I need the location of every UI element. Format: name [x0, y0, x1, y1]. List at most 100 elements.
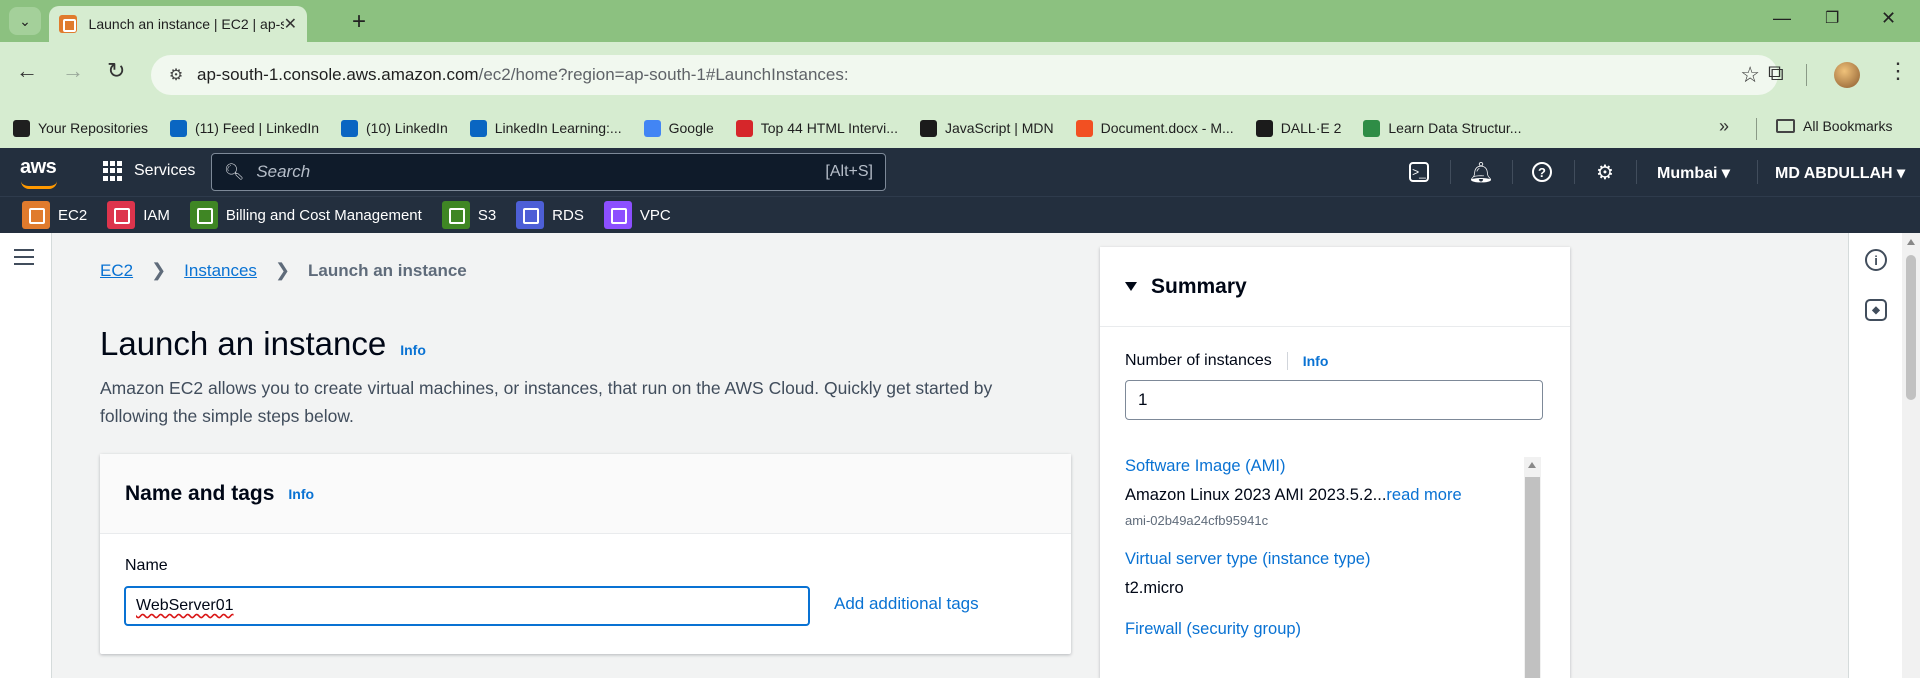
name-tags-info-link[interactable]: Info: [288, 486, 314, 502]
nav-divider: [1757, 160, 1758, 184]
summary-instance-type-item: Virtual server type (instance type) t2.m…: [1125, 550, 1515, 598]
region-selector[interactable]: Mumbai ▾: [1657, 163, 1730, 183]
restore-window-button[interactable]: ❐: [1825, 8, 1839, 28]
browser-menu-icon[interactable]: ⋮: [1887, 58, 1909, 84]
reload-button[interactable]: ↻: [107, 58, 125, 84]
caret-down-icon: [1125, 282, 1137, 291]
site-info-icon[interactable]: ⚙: [165, 64, 187, 86]
services-grid-icon: [103, 161, 123, 181]
scroll-up-arrow-icon[interactable]: [1528, 462, 1536, 468]
browser-toolbar: ← → ↻ ⚙ ap-south-1.console.aws.amazon.co…: [0, 42, 1920, 108]
aws-favorites-bar: EC2 IAM Billing and Cost Management S3 RDS VP…: [0, 196, 1920, 233]
bookmark-item[interactable]: Google: [643, 119, 714, 137]
help-icon[interactable]: ?: [1532, 162, 1552, 182]
url-text[interactable]: ap-south-1.console.aws.amazon.com/ec2/ho…: [197, 65, 849, 85]
linkedin-learning-icon: [469, 119, 487, 137]
service-icon: [441, 201, 470, 229]
bookmark-item[interactable]: DALL·E 2: [1255, 119, 1341, 137]
number-of-instances-input[interactable]: 1: [1125, 380, 1543, 420]
extensions-icon[interactable]: ⧉: [1768, 60, 1784, 86]
browser-tab-active[interactable]: Launch an instance | EC2 | ap-sc ✕: [49, 6, 307, 42]
summary-scroll-thumb[interactable]: [1525, 477, 1540, 678]
bookmark-item[interactable]: (11) Feed | LinkedIn: [170, 119, 319, 137]
google-icon: [643, 119, 661, 137]
side-navigation-rail: [0, 233, 52, 678]
scroll-up-arrow-icon[interactable]: [1907, 239, 1915, 245]
breadcrumb: EC2 ❯ Instances ❯ Launch an instance: [100, 260, 467, 281]
tab-search-button[interactable]: ⌄: [9, 7, 41, 35]
page-info-link[interactable]: Info: [400, 342, 426, 358]
account-menu[interactable]: MD ABDULLAH ▾: [1775, 163, 1905, 183]
services-menu-button[interactable]: Services: [103, 161, 195, 181]
info-panel-icon[interactable]: i: [1865, 249, 1887, 271]
minimize-window-button[interactable]: —: [1773, 8, 1791, 29]
close-tab-icon[interactable]: ✕: [284, 14, 297, 34]
gfg-icon: [1363, 119, 1381, 137]
openai-icon: [1255, 119, 1273, 137]
favorite-service-iam[interactable]: IAM: [107, 201, 170, 229]
ec2-favicon-icon: [59, 15, 77, 33]
bookmark-star-icon[interactable]: ☆: [1740, 62, 1760, 88]
bookmark-item[interactable]: Top 44 HTML Intervi...: [735, 119, 898, 137]
nav-divider: [1450, 160, 1451, 184]
back-button[interactable]: ←: [16, 58, 38, 84]
summary-header[interactable]: Summary: [1100, 247, 1570, 327]
number-of-instances-label-row: Number of instances Info: [1125, 352, 1329, 370]
summary-firewall-item: Firewall (security group): [1125, 620, 1515, 639]
summary-scrollbar[interactable]: [1524, 457, 1541, 678]
favorite-service-vpc[interactable]: VPC: [603, 201, 671, 229]
page-description: Amazon EC2 allows you to create virtual …: [100, 378, 993, 426]
amazon-q-icon[interactable]: ◆: [1865, 299, 1887, 321]
favorite-service-billing-and-cost-management[interactable]: Billing and Cost Management: [189, 201, 422, 229]
favorite-service-rds[interactable]: RDS: [516, 201, 584, 229]
bookmark-item[interactable]: LinkedIn Learning:...: [469, 119, 622, 137]
bookmark-item[interactable]: (10) LinkedIn: [341, 119, 448, 137]
instance-type-heading-link[interactable]: Virtual server type (instance type): [1125, 550, 1515, 569]
ami-id: ami-02b49a24cfb95941c: [1125, 513, 1269, 528]
favorite-service-s3[interactable]: S3: [441, 201, 496, 229]
service-icon: [516, 201, 545, 229]
bookmark-item[interactable]: Document.docx - M...: [1075, 119, 1234, 137]
forward-button[interactable]: →: [62, 58, 84, 84]
ami-heading-link[interactable]: Software Image (AMI): [1125, 457, 1515, 476]
more-bookmarks-icon[interactable]: »: [1719, 116, 1729, 137]
bookmark-item[interactable]: Learn Data Structur...: [1363, 119, 1521, 137]
label-divider: [1286, 352, 1288, 370]
service-icon: [189, 201, 218, 229]
all-bookmarks-button[interactable]: All Bookmarks: [1776, 118, 1892, 134]
search-icon: 🔍︎: [224, 164, 245, 181]
aws-search-input[interactable]: 🔍︎ Search [Alt+S]: [211, 153, 886, 191]
browser-tab-strip: ⌄ Launch an instance | EC2 | ap-sc ✕ + —…: [0, 0, 1920, 42]
page-scrollbar[interactable]: [1902, 233, 1920, 678]
firewall-heading-link[interactable]: Firewall (security group): [1125, 620, 1515, 639]
summary-ami-item: Software Image (AMI) Amazon Linux 2023 A…: [1125, 457, 1515, 528]
folder-icon: [1776, 119, 1795, 133]
cloudshell-icon[interactable]: >_: [1409, 162, 1429, 182]
new-tab-button[interactable]: +: [352, 8, 366, 36]
notifications-bell-icon[interactable]: 🔔︎: [1468, 161, 1493, 184]
service-icon: [22, 201, 50, 229]
bookmarks-bar: Your Repositories (11) Feed | LinkedIn (10…: [0, 108, 1920, 148]
profile-avatar[interactable]: [1834, 62, 1860, 88]
settings-gear-icon[interactable]: ⚙: [1594, 161, 1616, 184]
page-scroll-thumb[interactable]: [1906, 255, 1916, 400]
favorite-service-ec2[interactable]: EC2: [22, 201, 87, 229]
bookmarks-divider: [1756, 118, 1757, 140]
instance-name-input[interactable]: WebServer01: [124, 586, 810, 626]
add-additional-tags-link[interactable]: Add additional tags: [834, 594, 979, 614]
breadcrumb-instances-link[interactable]: Instances: [184, 261, 257, 281]
bookmark-item[interactable]: Your Repositories: [13, 119, 148, 137]
chevron-right-icon: ❯: [151, 260, 167, 280]
breadcrumb-current: Launch an instance: [308, 260, 467, 280]
aws-top-navigation: aws Services 🔍︎ Search [Alt+S] >_ 🔔︎ ? ⚙…: [0, 148, 1920, 196]
address-bar[interactable]: ⚙ ap-south-1.console.aws.amazon.com/ec2/…: [151, 55, 1778, 95]
read-more-link[interactable]: read more: [1386, 486, 1461, 504]
close-window-button[interactable]: ✕: [1881, 8, 1896, 29]
bookmark-item[interactable]: JavaScript | MDN: [919, 119, 1054, 137]
breadcrumb-ec2-link[interactable]: EC2: [100, 261, 133, 281]
aws-logo[interactable]: aws: [20, 156, 57, 189]
tab-title: Launch an instance | EC2 | ap-sc: [88, 16, 284, 32]
num-instances-info-link[interactable]: Info: [1303, 353, 1329, 369]
menu-hamburger-icon[interactable]: [14, 249, 34, 270]
aws-smile-icon: [21, 181, 57, 189]
